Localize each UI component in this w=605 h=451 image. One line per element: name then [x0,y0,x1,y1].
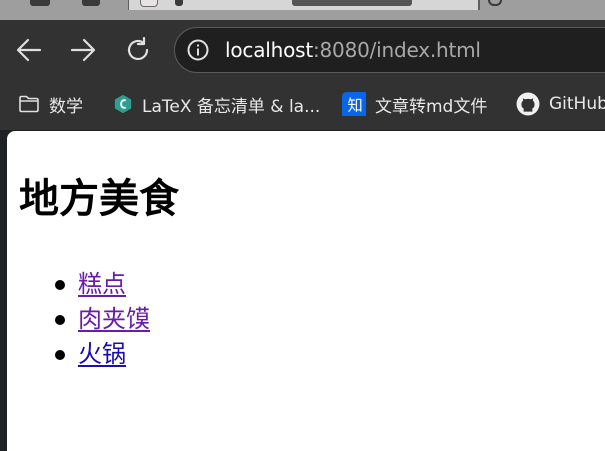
back-button[interactable] [12,33,46,67]
bookmarks-bar: 数学 LaTeX 备忘清单 & la... 知 文章转md文件 GitHub [0,80,605,130]
latex-favicon-icon [114,94,132,114]
list-item: 糕点 [55,267,150,302]
tab-fragment[interactable] [30,0,50,6]
address-bar[interactable]: localhost:8080/index.html [174,27,605,73]
bookmark-label: GitHub [549,94,605,114]
zhihu-favicon-icon: 知 [342,92,366,116]
forward-button[interactable] [66,33,100,67]
bookmark-github[interactable]: GitHub [516,92,605,116]
tab-icon[interactable] [488,0,502,6]
page-viewport: 地方美食 糕点 肉夹馍 火锅 [7,131,605,451]
list-item: 肉夹馍 [55,302,150,337]
link-hotpot[interactable]: 火锅 [78,340,126,368]
tab-favicon-icon [140,0,158,7]
url-path: :8080/index.html [312,38,481,62]
reload-button[interactable] [121,33,155,67]
tab-strip [0,0,605,20]
bookmark-label: 文章转md文件 [375,96,488,117]
link-pastry[interactable]: 糕点 [78,270,126,298]
back-arrow-icon [16,38,42,62]
bookmark-latex[interactable]: LaTeX 备忘清单 & la... [113,92,321,117]
tab-title-fragment [292,0,412,6]
food-list: 糕点 肉夹馍 火锅 [55,267,150,372]
browser-toolbar: localhost:8080/index.html [0,20,605,80]
tab-title-fragment [175,0,183,6]
svg-text:知: 知 [347,97,362,115]
tab-fragment[interactable] [82,0,100,6]
bookmark-label: 数学 [49,96,83,117]
bookmark-article-to-md[interactable]: 知 文章转md文件 [342,92,488,117]
url-text[interactable]: localhost:8080/index.html [225,38,481,62]
bookmark-label: LaTeX 备忘清单 & la... [142,96,321,117]
github-icon [516,92,540,116]
link-roujiamo[interactable]: 肉夹馍 [78,305,150,333]
tab-separator [478,0,480,10]
bookmark-folder-math[interactable]: 数学 [18,92,83,117]
page-title: 地方美食 [19,176,179,222]
folder-icon [19,95,39,113]
forward-arrow-icon [70,38,96,62]
url-host: localhost [225,38,313,62]
site-info-icon[interactable] [187,39,209,61]
reload-icon [127,37,149,61]
list-item: 火锅 [55,337,150,372]
